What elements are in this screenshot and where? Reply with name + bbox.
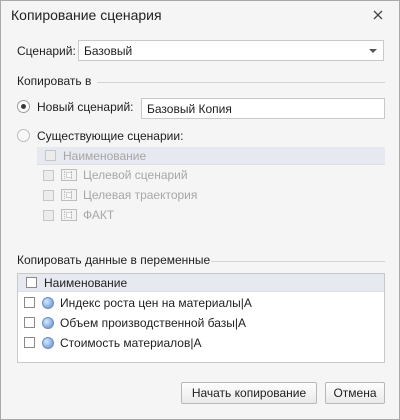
list-item-label: Целевой сценарий (83, 168, 188, 182)
scenario-label: Сценарий: (17, 44, 76, 58)
variables-list: Наименование Индекс роста цен на материа… (17, 273, 385, 363)
copy-to-section-label: Копировать в (17, 74, 92, 88)
dialog-title: Копирование сценария (11, 7, 162, 23)
globe-icon (42, 297, 54, 309)
item-checkbox[interactable] (43, 170, 54, 181)
list-item-label: Стоимость материалов|A (60, 336, 202, 350)
variables-section-label: Копировать данные в переменные (17, 253, 211, 267)
copy-scenario-dialog: Копирование сценария Сценарий: Базовый К… (0, 0, 400, 420)
existing-select-all-checkbox[interactable] (45, 150, 56, 161)
dialog-titlebar: Копирование сценария (1, 1, 399, 31)
list-item[interactable]: Целевой сценарий (37, 168, 385, 186)
existing-column-header: Наименование (63, 149, 147, 163)
scenario-select-value: Базовый (84, 44, 133, 58)
item-checkbox[interactable] (43, 190, 54, 201)
new-scenario-radio[interactable] (17, 100, 30, 113)
start-copy-button[interactable]: Начать копирование (181, 382, 317, 404)
list-item[interactable]: Целевая траектория (37, 188, 385, 206)
film-icon (61, 189, 77, 201)
section-divider (97, 82, 385, 83)
scenario-row: Сценарий: Базовый (17, 40, 385, 62)
list-item-label: Целевая траектория (83, 188, 198, 202)
list-item-label: Индекс роста цен на материалы|A (60, 296, 252, 310)
variables-column-header: Наименование (44, 276, 128, 290)
variables-select-all-checkbox[interactable] (26, 277, 37, 288)
new-scenario-name-value: Базовый Копия (147, 102, 232, 116)
globe-icon (42, 337, 54, 349)
item-checkbox[interactable] (24, 317, 35, 328)
list-item[interactable]: Объем производственной базы|A (18, 314, 384, 332)
scenario-select[interactable]: Базовый (78, 40, 384, 61)
chevron-down-icon[interactable] (369, 49, 377, 53)
item-checkbox[interactable] (43, 210, 54, 221)
globe-icon (42, 317, 54, 329)
item-checkbox[interactable] (24, 337, 35, 348)
list-item-label: ФАКТ (83, 208, 115, 222)
close-icon[interactable] (371, 8, 385, 22)
existing-scenarios-label: Существующие сценарии: (37, 129, 184, 143)
existing-tree-header: Наименование (37, 147, 385, 165)
film-icon (61, 169, 77, 181)
list-item[interactable]: Индекс роста цен на материалы|A (18, 294, 384, 312)
film-icon (61, 209, 77, 221)
variables-list-header: Наименование (18, 274, 384, 292)
existing-scenarios-radio[interactable] (17, 129, 30, 142)
item-checkbox[interactable] (24, 297, 35, 308)
new-scenario-name-input[interactable]: Базовый Копия (141, 98, 385, 119)
list-item[interactable]: Стоимость материалов|A (18, 334, 384, 352)
existing-scenarios-tree: Наименование Целевой сценарий Целевая тр… (37, 147, 385, 237)
list-item-label: Объем производственной базы|A (60, 316, 247, 330)
list-item[interactable]: ФАКТ (37, 208, 385, 226)
section-divider (211, 261, 385, 262)
cancel-button[interactable]: Отмена (325, 382, 385, 404)
new-scenario-label: Новый сценарий: (37, 100, 134, 114)
